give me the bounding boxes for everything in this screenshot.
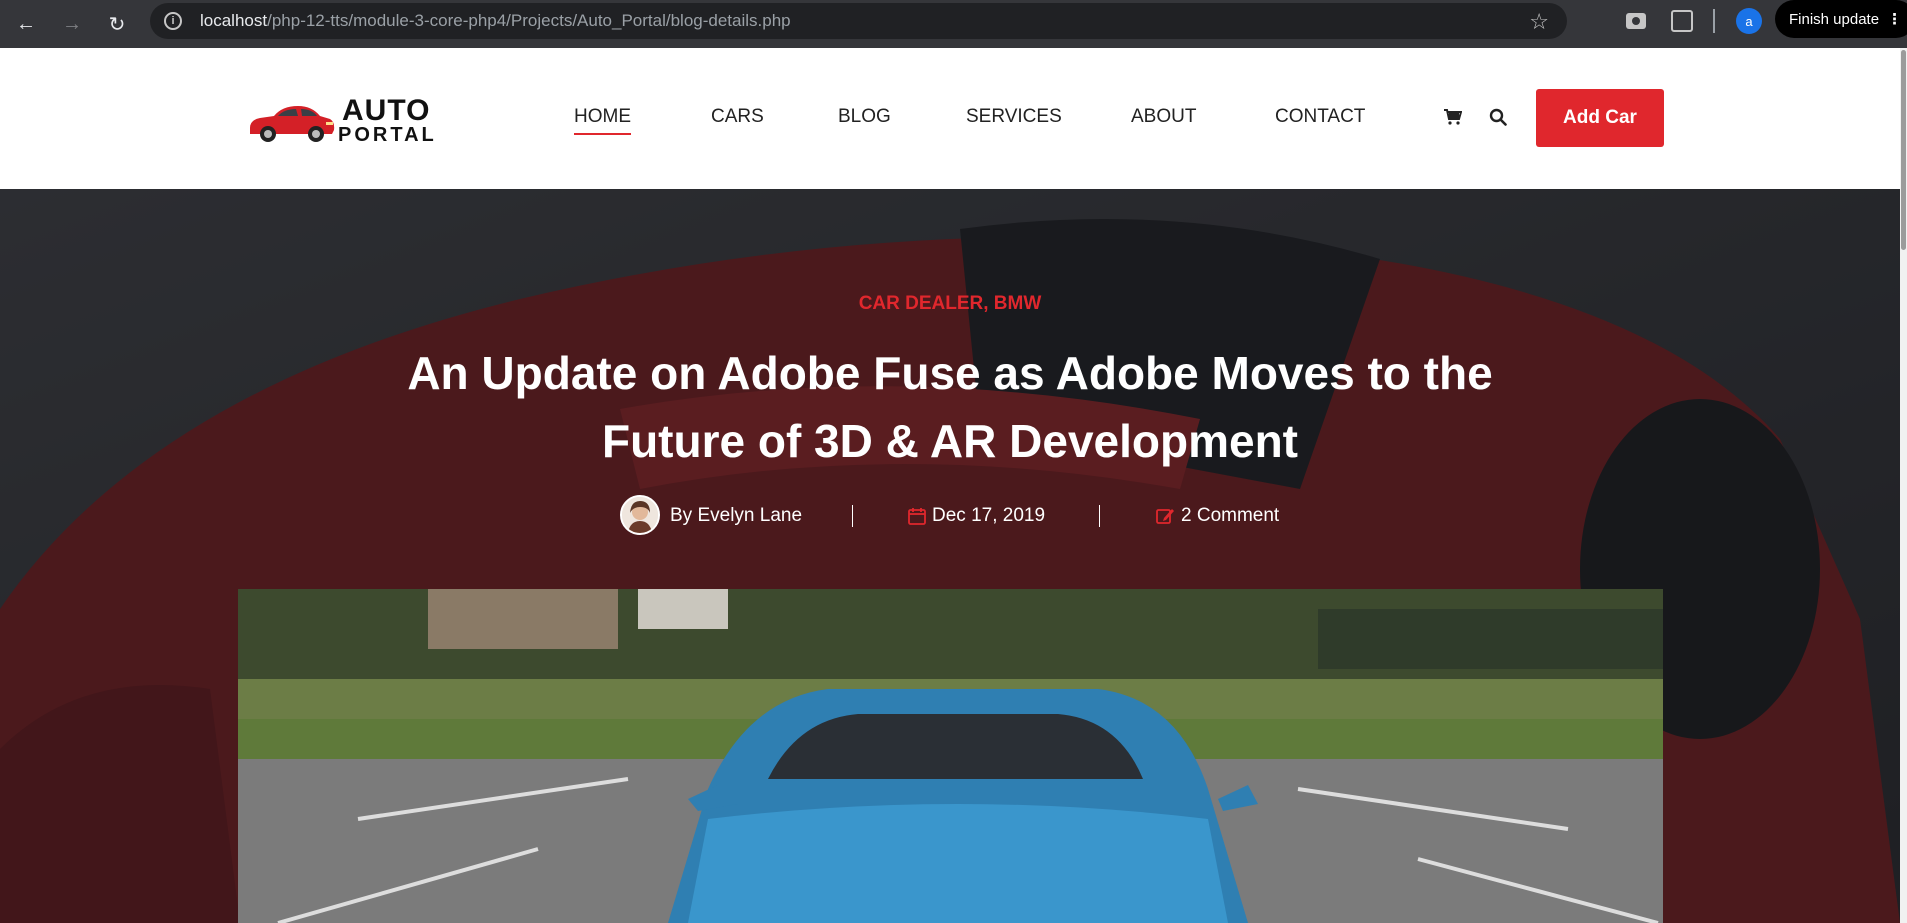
- page-scrollbar[interactable]: [1900, 48, 1907, 923]
- browser-toolbar: ← → ↻ i localhost/php-12-tts/module-3-co…: [0, 0, 1907, 48]
- logo-text-portal: PORTAL: [338, 124, 437, 146]
- meta-divider: [852, 505, 853, 527]
- author-avatar: [620, 495, 660, 535]
- blog-hero: CAR DEALER, BMW An Update on Adobe Fuse …: [0, 189, 1900, 923]
- search-icon[interactable]: [1489, 108, 1507, 131]
- reload-button[interactable]: ↻: [101, 8, 133, 40]
- menu-item-cars[interactable]: CARS: [711, 106, 764, 128]
- post-categories[interactable]: CAR DEALER, BMW: [0, 293, 1900, 315]
- menu-item-services[interactable]: SERVICES: [966, 106, 1062, 128]
- menu-dots-icon: ⋮: [1887, 11, 1902, 28]
- menu-item-contact[interactable]: CONTACT: [1275, 106, 1365, 128]
- meta-divider: [1099, 505, 1100, 527]
- toolbar-divider: [1713, 9, 1715, 33]
- menu-item-blog[interactable]: BLOG: [838, 106, 891, 128]
- site-header: AUTO PORTAL HOME CARS BLOG SERVICES ABOU…: [0, 48, 1900, 189]
- forward-button[interactable]: →: [56, 8, 88, 40]
- calendar-icon: [908, 507, 926, 530]
- cart-icon[interactable]: [1444, 109, 1463, 130]
- bookmark-star-icon[interactable]: ☆: [1529, 9, 1549, 35]
- post-author[interactable]: By Evelyn Lane: [670, 505, 802, 527]
- profile-avatar[interactable]: a: [1736, 8, 1762, 34]
- menu-item-about[interactable]: ABOUT: [1131, 106, 1196, 128]
- address-bar[interactable]: i localhost/php-12-tts/module-3-core-php…: [150, 3, 1567, 39]
- post-meta: By Evelyn Lane Dec 17, 2019 2 Comment: [0, 495, 1900, 537]
- scrollbar-thumb[interactable]: [1901, 50, 1906, 250]
- site-logo[interactable]: AUTO PORTAL: [246, 96, 442, 146]
- extensions-icon[interactable]: [1671, 10, 1693, 32]
- site-info-icon[interactable]: i: [164, 12, 182, 30]
- post-featured-image: [238, 589, 1663, 923]
- camera-icon[interactable]: [1626, 13, 1646, 29]
- logo-text-auto: AUTO: [342, 94, 431, 127]
- post-comments[interactable]: 2 Comment: [1181, 505, 1279, 527]
- post-date: Dec 17, 2019: [932, 505, 1046, 526]
- car-logo-icon: [250, 106, 335, 142]
- add-car-button[interactable]: Add Car: [1536, 89, 1664, 147]
- back-button[interactable]: ←: [10, 8, 42, 40]
- post-title: An Update on Adobe Fuse as Adobe Moves t…: [407, 347, 1493, 467]
- menu-item-home[interactable]: HOME: [574, 106, 631, 135]
- edit-comment-icon: [1156, 507, 1175, 530]
- url-text[interactable]: localhost/php-12-tts/module-3-core-php4/…: [200, 11, 791, 31]
- finish-update-button[interactable]: Finish update ⋮: [1775, 0, 1907, 38]
